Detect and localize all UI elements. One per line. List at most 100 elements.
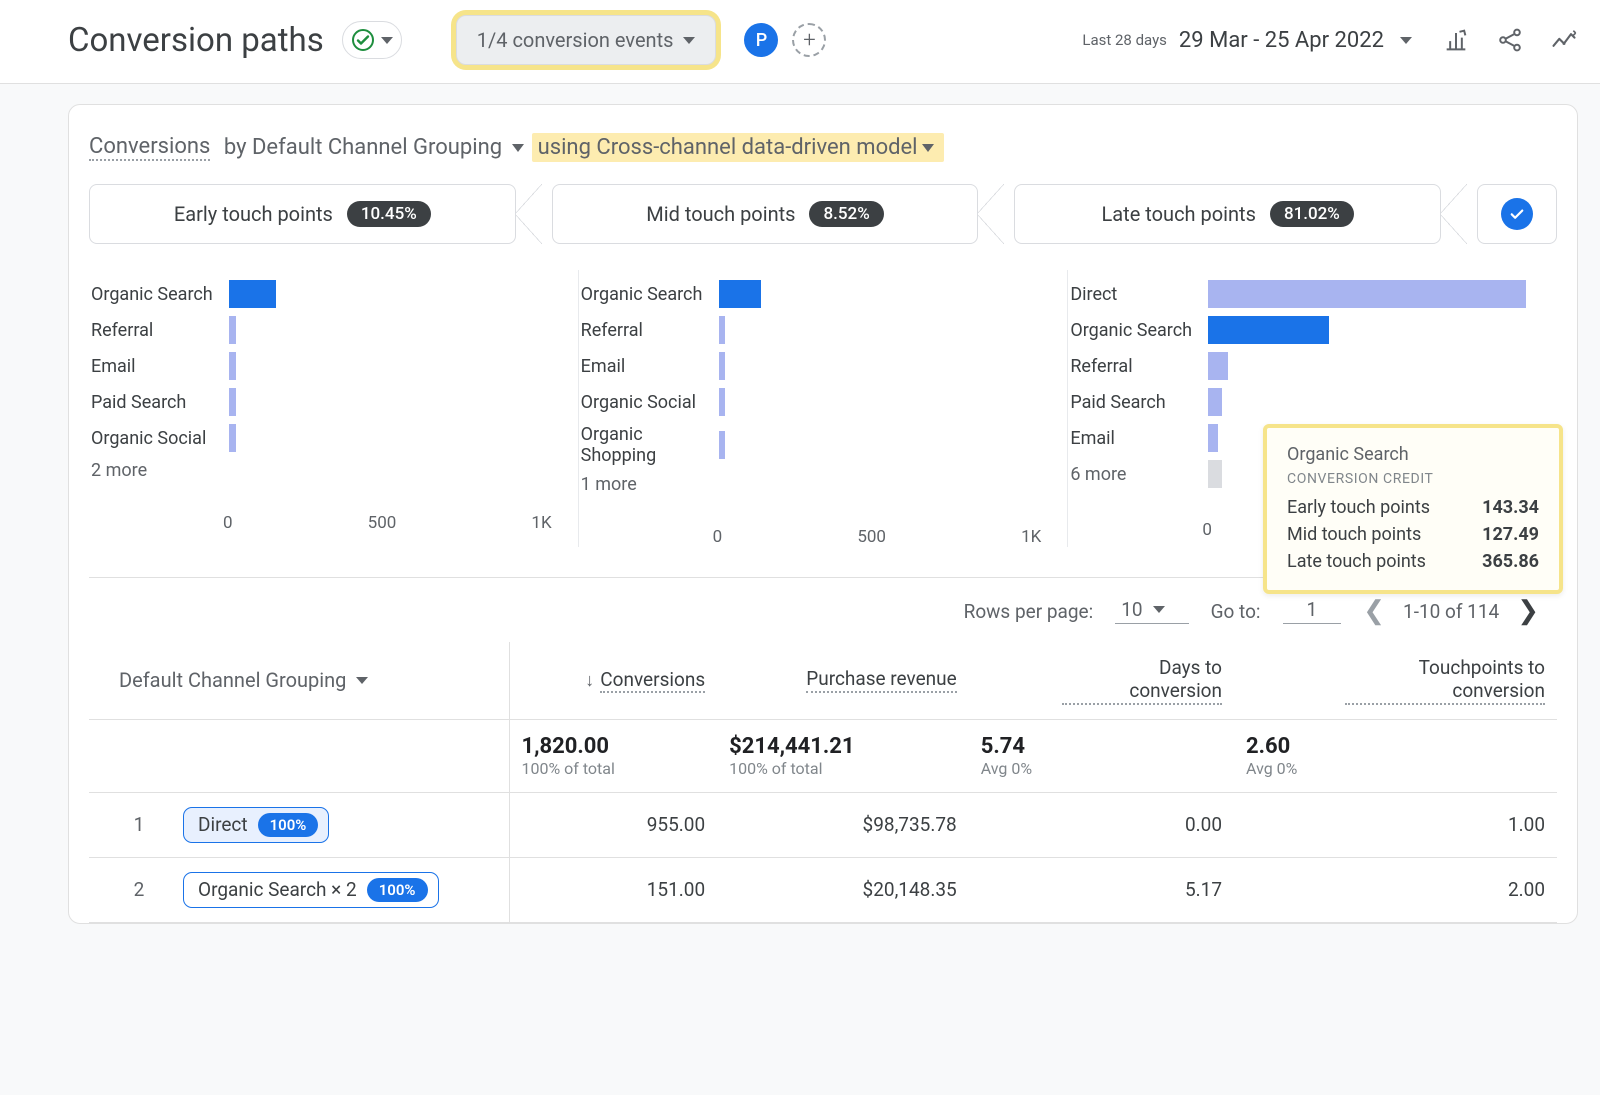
bar-label: Direct xyxy=(1070,284,1208,305)
bar-label: Paid Search xyxy=(91,392,229,413)
bar xyxy=(1208,388,1221,416)
path-chip-pct: 100% xyxy=(367,878,428,902)
axis-tick: 0 xyxy=(713,527,723,547)
axis-tick: 0 xyxy=(1202,520,1212,540)
date-range-selector[interactable]: Last 28 days 29 Mar - 25 Apr 2022 xyxy=(1082,28,1412,53)
date-preset-label: Last 28 days xyxy=(1082,31,1167,49)
bar-row[interactable]: Organic Social xyxy=(91,420,560,456)
rows-per-page-select[interactable]: 10 xyxy=(1115,598,1188,624)
path-chip[interactable]: Organic Search × 2 100% xyxy=(183,872,439,908)
segment-badge[interactable]: P xyxy=(744,23,778,57)
table-row[interactable]: 2Organic Search × 2100%151.00$20,148.355… xyxy=(89,857,1557,922)
chevron-down-icon xyxy=(381,37,393,44)
axis-tick: 0 xyxy=(223,513,233,533)
bar xyxy=(229,316,236,344)
chevron-down-icon xyxy=(512,144,524,152)
total-days: 5.74 xyxy=(981,734,1222,759)
metric-selector[interactable]: Conversions xyxy=(89,134,210,161)
conversion-events-selector[interactable]: 1/4 conversion events xyxy=(456,15,717,65)
col-days-to-conversion[interactable]: Days to conversion xyxy=(1062,657,1222,705)
more-label: 1 more xyxy=(581,474,719,495)
bar xyxy=(719,431,726,459)
chart-tooltip: Organic Search CONVERSION CREDIT Early t… xyxy=(1263,424,1563,594)
bar-row[interactable]: Email xyxy=(581,348,1050,384)
bar-label: Referral xyxy=(91,320,229,341)
cell-value: 2.00 xyxy=(1234,857,1557,922)
cell-value: $98,735.78 xyxy=(717,792,969,857)
top-bar: Conversion paths 1/4 conversion events P… xyxy=(0,0,1600,84)
status-chip[interactable] xyxy=(342,21,402,59)
bar-row[interactable]: Organic Social xyxy=(581,384,1050,420)
bar-label: Referral xyxy=(581,320,719,341)
bar xyxy=(719,280,761,308)
axis-tick: 1K xyxy=(1021,527,1041,547)
more-row[interactable]: 2 more xyxy=(91,456,560,485)
bar-label: Organic Social xyxy=(91,428,229,449)
cell-value: 151.00 xyxy=(509,857,717,922)
chart-settings-icon[interactable] xyxy=(1442,26,1470,54)
bar-label: Organic Search xyxy=(91,284,229,305)
insights-icon[interactable] xyxy=(1550,26,1578,54)
goto-input[interactable]: 1 xyxy=(1283,598,1342,624)
path-chip-label: Organic Search × 2 xyxy=(198,878,357,901)
more-row[interactable]: 1 more xyxy=(581,470,1050,499)
tab-mid-pct: 8.52% xyxy=(809,201,883,227)
axis-tick: 500 xyxy=(368,513,397,533)
bar-row[interactable]: Organic Search xyxy=(1070,312,1539,348)
bar-row[interactable]: Email xyxy=(91,348,560,384)
tab-late-touchpoints[interactable]: Late touch points 81.02% xyxy=(1014,184,1441,244)
bar-label: Email xyxy=(91,356,229,377)
bar-row[interactable]: Paid Search xyxy=(91,384,560,420)
attribution-model-selector[interactable]: using Cross-channel data-driven model xyxy=(532,133,944,162)
conversion-endpoint[interactable] xyxy=(1477,184,1557,244)
total-tps: 2.60 xyxy=(1246,734,1545,759)
chevron-down-icon xyxy=(922,144,934,152)
bar-label: Organic Social xyxy=(581,392,719,413)
bar xyxy=(1208,424,1218,452)
bar xyxy=(1208,280,1525,308)
touchpoint-tabs: Early touch points 10.45% Mid touch poin… xyxy=(89,184,1557,244)
check-icon xyxy=(1501,198,1533,230)
col-touchpoints-to-conversion[interactable]: Touchpoints to conversion xyxy=(1345,657,1545,705)
col-conversions[interactable]: ↓ Conversions xyxy=(585,668,705,693)
dimension-selector[interactable]: by Default Channel Grouping xyxy=(224,135,528,160)
conversion-paths-card: Conversions by Default Channel Grouping … xyxy=(68,104,1578,924)
bar-row[interactable]: Organic Search xyxy=(91,276,560,312)
chart-early: Organic Search Referral Email Paid Search Or… xyxy=(89,270,578,547)
bar-label: Organic Search xyxy=(1070,320,1208,341)
more-label: 2 more xyxy=(91,460,229,481)
toolbar-icons xyxy=(1442,26,1578,54)
bar-row[interactable]: Referral xyxy=(581,312,1050,348)
bar-row[interactable]: Organic Shopping xyxy=(581,420,1050,470)
table-row[interactable]: 1Direct100%955.00$98,735.780.001.00 xyxy=(89,792,1557,857)
col-purchase-revenue[interactable]: Purchase revenue xyxy=(806,668,956,693)
cell-value: 0.00 xyxy=(969,792,1234,857)
bar xyxy=(1208,352,1228,380)
tab-early-touchpoints[interactable]: Early touch points 10.45% xyxy=(89,184,516,244)
add-segment-button[interactable]: + xyxy=(792,23,826,57)
chevron-down-icon xyxy=(356,677,368,684)
bar-row[interactable]: Referral xyxy=(91,312,560,348)
bar-row[interactable]: Referral xyxy=(1070,348,1539,384)
page-title: Conversion paths xyxy=(68,21,324,60)
share-icon[interactable] xyxy=(1496,26,1524,54)
cell-value: 1.00 xyxy=(1234,792,1557,857)
row-index: 2 xyxy=(119,878,159,901)
page-range-label: 1-10 of 114 xyxy=(1403,600,1499,623)
tab-late-pct: 81.02% xyxy=(1270,201,1354,227)
paths-table: Default Channel Grouping ↓ Conversions xyxy=(89,642,1557,923)
dimension-column-selector[interactable]: Default Channel Grouping xyxy=(119,668,368,692)
bar-row[interactable]: Paid Search xyxy=(1070,384,1539,420)
tooltip-title: Organic Search xyxy=(1287,444,1539,465)
bar xyxy=(229,424,236,452)
next-page-button[interactable]: ❯ xyxy=(1517,596,1539,626)
prev-page-button[interactable]: ❮ xyxy=(1363,596,1385,626)
path-chip[interactable]: Direct100% xyxy=(183,807,329,843)
more-label: 6 more xyxy=(1070,464,1208,485)
tooltip-row: Mid touch points127.49 xyxy=(1287,524,1539,545)
cell-value: 5.17 xyxy=(969,857,1234,922)
tab-mid-touchpoints[interactable]: Mid touch points 8.52% xyxy=(552,184,979,244)
bar-row[interactable]: Organic Search xyxy=(581,276,1050,312)
bar-row[interactable]: Direct xyxy=(1070,276,1539,312)
row-index: 1 xyxy=(119,813,159,836)
